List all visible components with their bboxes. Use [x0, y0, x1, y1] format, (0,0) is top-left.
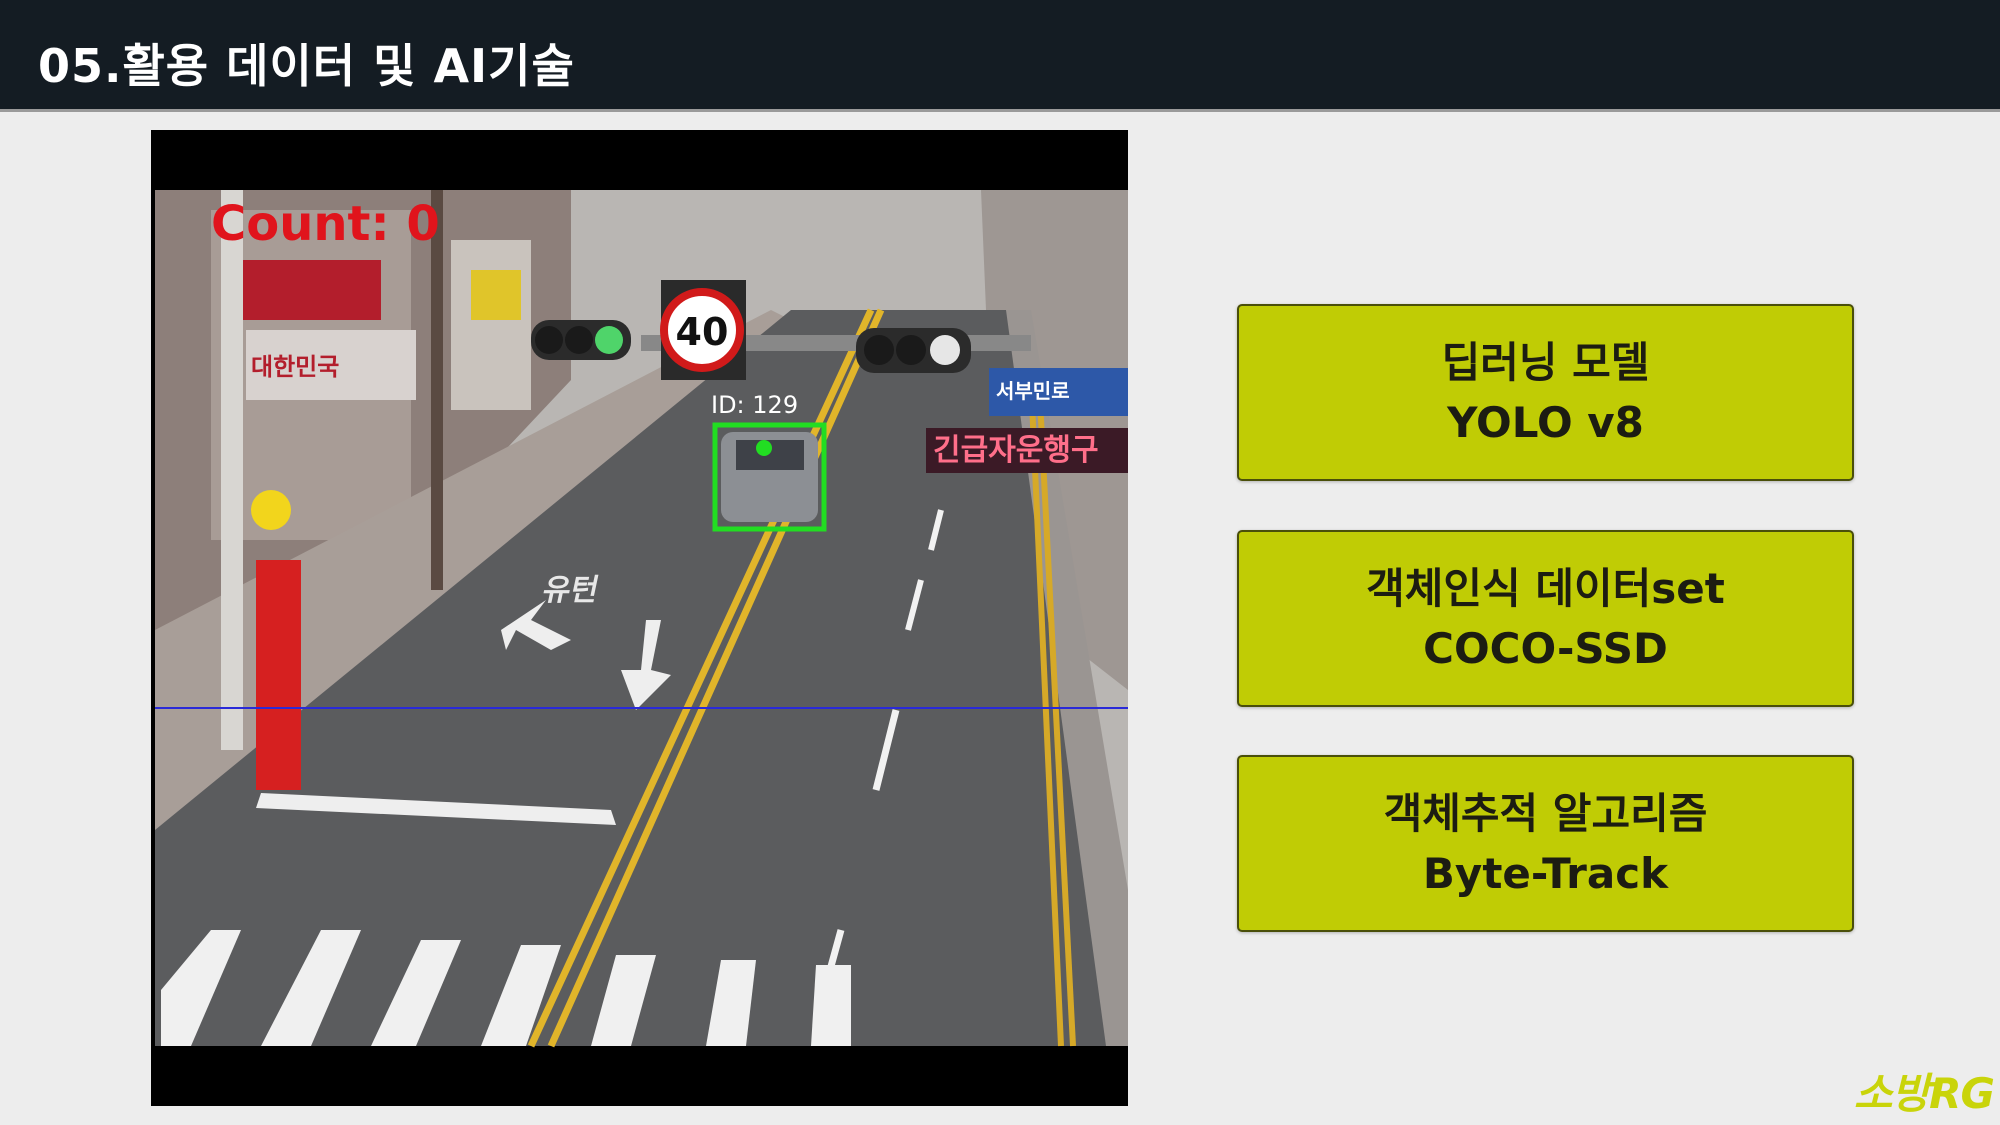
slide-title: 05.활용 데이터 및 AI기술 — [38, 39, 575, 93]
card-heading: 객체인식 데이터set — [1366, 563, 1725, 613]
traffic-camera-frame: 유턴 40 서부민로 긴급자운행구 대한민국 ID: 129 Count: 0 — [151, 130, 1128, 1106]
video-player[interactable]: 유턴 40 서부민로 긴급자운행구 대한민국 ID: 129 Count: 0 — [151, 130, 1128, 1106]
card-heading: 객체추적 알고리즘 — [1383, 788, 1708, 838]
tracking-point — [756, 440, 772, 456]
storefront-sign: 대한민국 — [251, 353, 339, 381]
road-marking-text: 유턴 — [539, 573, 602, 608]
direction-sign-text: 서부민로 — [996, 379, 1070, 403]
card-value: YOLO v8 — [1447, 397, 1644, 447]
speed-limit-sign: 40 — [676, 310, 729, 354]
brand-watermark: 소방RG — [1853, 1069, 1995, 1118]
card-deep-learning-model: 딥러닝 모델 YOLO v8 — [1237, 304, 1854, 481]
card-tracking-algorithm: 객체추적 알고리즘 Byte-Track — [1237, 755, 1854, 932]
emergency-zone-sign: 긴급자운행구 — [933, 433, 1099, 468]
card-heading: 딥러닝 모델 — [1441, 337, 1650, 387]
card-object-dataset: 객체인식 데이터set COCO-SSD — [1237, 530, 1854, 707]
slide-header: 05.활용 데이터 및 AI기술 — [0, 0, 2000, 112]
card-value: Byte-Track — [1422, 848, 1669, 898]
count-overlay: Count: 0 — [211, 196, 440, 252]
card-value: COCO-SSD — [1423, 623, 1668, 673]
track-id-label: ID: 129 — [711, 391, 798, 419]
